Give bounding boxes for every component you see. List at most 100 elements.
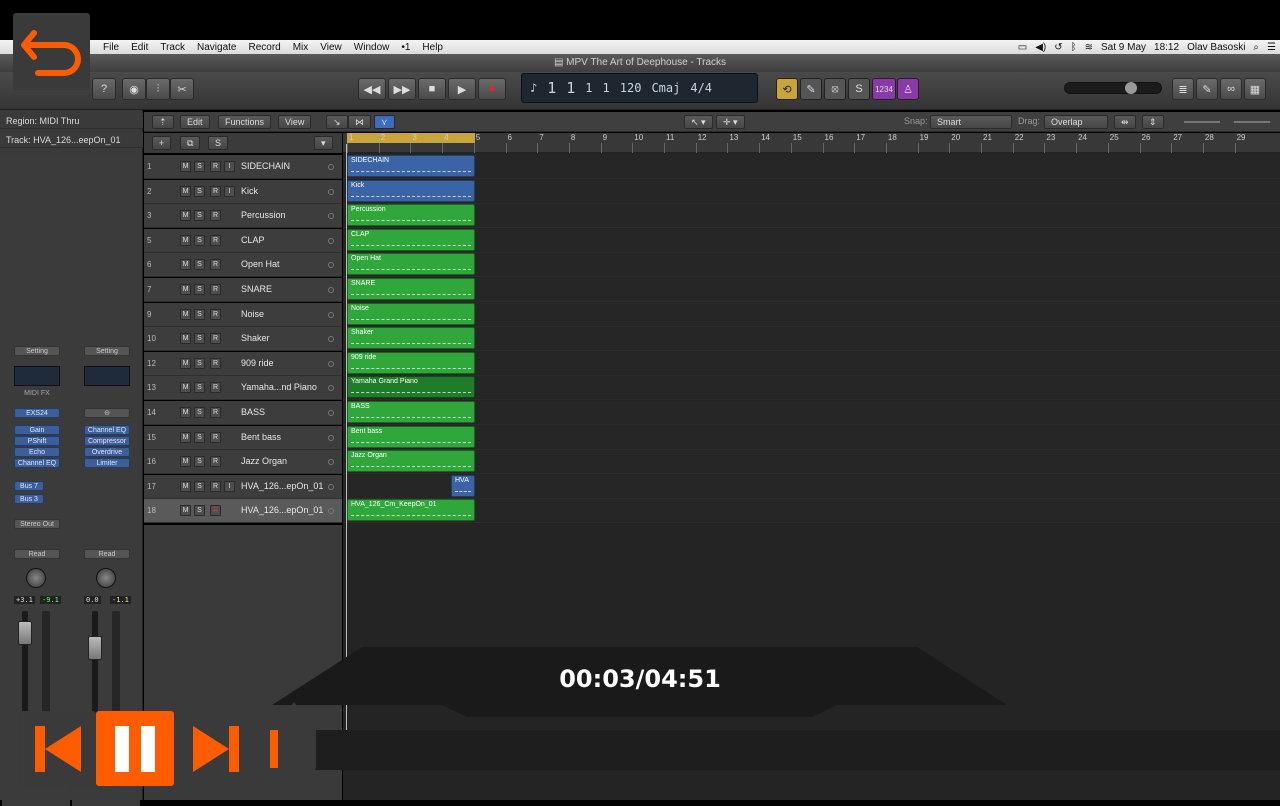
track-solo-button[interactable]: S	[194, 308, 205, 320]
track-lane[interactable]: Open Hat	[343, 253, 1280, 278]
track-record-enable-button[interactable]: R	[210, 308, 221, 320]
region[interactable]: Yamaha Grand Piano	[347, 376, 475, 399]
replace-button[interactable]: ✎	[800, 78, 822, 100]
region[interactable]: HVA	[451, 474, 475, 497]
region[interactable]: Percussion	[347, 204, 475, 227]
track-solo-button[interactable]: S	[194, 185, 205, 197]
track-lane[interactable]: CLAP	[343, 228, 1280, 253]
strip1-plugin-slot-4[interactable]: Channel EQ	[14, 458, 60, 468]
track-activity-icon[interactable]	[328, 237, 334, 244]
track-solo-button[interactable]: S	[194, 234, 205, 246]
stop-button[interactable]: ■	[418, 78, 446, 100]
track-activity-icon[interactable]	[328, 483, 334, 490]
spotlight-icon[interactable]: ⌕	[1253, 42, 1259, 53]
track-record-enable-button[interactable]: R	[210, 333, 221, 345]
region[interactable]: CLAP	[347, 228, 475, 251]
menu-screenset[interactable]: •1	[395, 42, 416, 53]
track-header-row[interactable]: 12 M S R 909 ride	[144, 351, 342, 376]
track-activity-icon[interactable]	[328, 336, 334, 343]
strip2-plugin-slot-3[interactable]: Overdrive	[84, 447, 130, 457]
track-mute-button[interactable]: M	[180, 480, 191, 492]
region[interactable]: Open Hat	[347, 253, 475, 276]
track-lane[interactable]: Percussion	[343, 204, 1280, 229]
pause-button[interactable]	[96, 711, 174, 786]
track-mute-button[interactable]: M	[180, 505, 191, 517]
track-name[interactable]: Yamaha...nd Piano	[241, 382, 317, 392]
track-name[interactable]: CLAP	[241, 235, 265, 245]
catch-button[interactable]: ↘	[326, 115, 348, 129]
cycle-button[interactable]: ⟲	[776, 78, 798, 100]
track-mute-button[interactable]: M	[180, 210, 191, 222]
track-header-row[interactable]: 16 M S R Jazz Organ	[144, 450, 342, 475]
track-record-enable-button[interactable]: R	[210, 407, 221, 418]
snap-select[interactable]: Smart	[930, 115, 1012, 129]
flex-button[interactable]: ⋈	[348, 115, 371, 129]
track-solo-button[interactable]: S	[194, 161, 205, 172]
secondary-tool-menu[interactable]: ✛ ▾	[716, 115, 745, 129]
track-mute-button[interactable]: M	[180, 431, 191, 443]
list-editors-button[interactable]: ≣	[1172, 78, 1194, 100]
strip1-fader-cap[interactable]	[18, 621, 32, 645]
track-solo-button[interactable]: S	[194, 431, 205, 443]
track-activity-icon[interactable]	[328, 287, 334, 293]
track-activity-icon[interactable]	[328, 434, 334, 441]
menu-track[interactable]: Track	[154, 42, 191, 53]
track-activity-icon[interactable]	[328, 385, 334, 392]
bluetooth-icon[interactable]: ᛒ	[1071, 42, 1077, 53]
menu-record[interactable]: Record	[242, 42, 286, 53]
master-volume-thumb[interactable]	[1125, 82, 1137, 94]
track-header-row[interactable]: 3 M S R Percussion	[144, 204, 342, 229]
status-user[interactable]: Olav Basoski	[1187, 42, 1245, 53]
track-solo-button[interactable]: S	[194, 505, 205, 517]
solo-button[interactable]: S	[848, 78, 870, 100]
create-folder-button[interactable]: ⧉	[180, 136, 201, 150]
track-lane[interactable]: HVA_126_Cm_KeepOn_01	[343, 499, 1280, 524]
track-name[interactable]: BASS	[241, 407, 265, 417]
track-solo-button[interactable]: S	[194, 284, 205, 295]
track-lane[interactable]: Kick	[343, 179, 1280, 204]
track-mute-button[interactable]: M	[180, 407, 191, 418]
progress-handle[interactable]	[270, 702, 318, 796]
track-name[interactable]: Noise	[241, 309, 264, 319]
playhead[interactable]	[346, 144, 347, 734]
track-record-enable-button[interactable]: R	[210, 284, 221, 295]
strip1-automation-mode[interactable]: Read	[14, 549, 60, 559]
track-solo-button[interactable]: S	[194, 333, 205, 345]
track-record-enable-button[interactable]: R	[210, 259, 221, 271]
region[interactable]: Noise	[347, 302, 475, 325]
mixer-button[interactable]: ⫶	[146, 78, 170, 100]
browser-button[interactable]: ▦	[1244, 78, 1266, 100]
track-header-row[interactable]: 17 M S R I HVA_126...epOn_01	[144, 474, 342, 499]
forward-button[interactable]: ▶▶	[388, 78, 416, 100]
track-inspector-header[interactable]: Track: HVA_126...eepOn_01	[0, 132, 143, 148]
track-header-row[interactable]: 10 M S R Shaker	[144, 327, 342, 352]
track-activity-icon[interactable]	[328, 188, 334, 195]
strip1-output-slot[interactable]: Stereo Out	[14, 519, 60, 529]
track-header-row[interactable]: 15 M S R Bent bass	[144, 425, 342, 450]
track-activity-icon[interactable]	[328, 410, 334, 416]
track-mute-button[interactable]: M	[180, 284, 191, 295]
strip2-automation-mode[interactable]: Read	[84, 549, 130, 559]
region[interactable]: HVA_126_Cm_KeepOn_01	[347, 499, 475, 522]
strip1-plugin-slot-2[interactable]: PShift	[14, 436, 60, 446]
strip1-setting-button[interactable]: Setting	[14, 346, 60, 356]
region[interactable]: Jazz Organ	[347, 450, 475, 473]
track-lane[interactable]: Noise	[343, 302, 1280, 327]
track-header-row[interactable]: 1 M S R I SIDECHAIN	[144, 155, 342, 179]
track-name[interactable]: Percussion	[241, 210, 286, 220]
track-header-row[interactable]: 14 M S R BASS	[144, 401, 342, 425]
wifi-icon[interactable]: ≋	[1085, 42, 1093, 53]
menu-file[interactable]: File	[97, 42, 125, 53]
status-time[interactable]: 18:12	[1154, 42, 1179, 53]
drag-select[interactable]: Overlap	[1044, 115, 1108, 129]
tuner-button[interactable]: ⦻	[824, 78, 846, 100]
track-solo-button[interactable]: S	[194, 407, 205, 418]
count-in-button[interactable]: 1234	[872, 78, 896, 100]
track-input-monitor-button[interactable]: I	[224, 161, 235, 172]
track-name[interactable]: Open Hat	[241, 259, 280, 269]
track-activity-icon[interactable]	[328, 311, 334, 318]
track-header-row[interactable]: 18 M S R HVA_126...epOn_01	[144, 499, 342, 524]
region[interactable]: BASS	[347, 401, 475, 423]
editors-button[interactable]: ✂	[170, 78, 194, 100]
cycle-region[interactable]	[347, 133, 475, 143]
